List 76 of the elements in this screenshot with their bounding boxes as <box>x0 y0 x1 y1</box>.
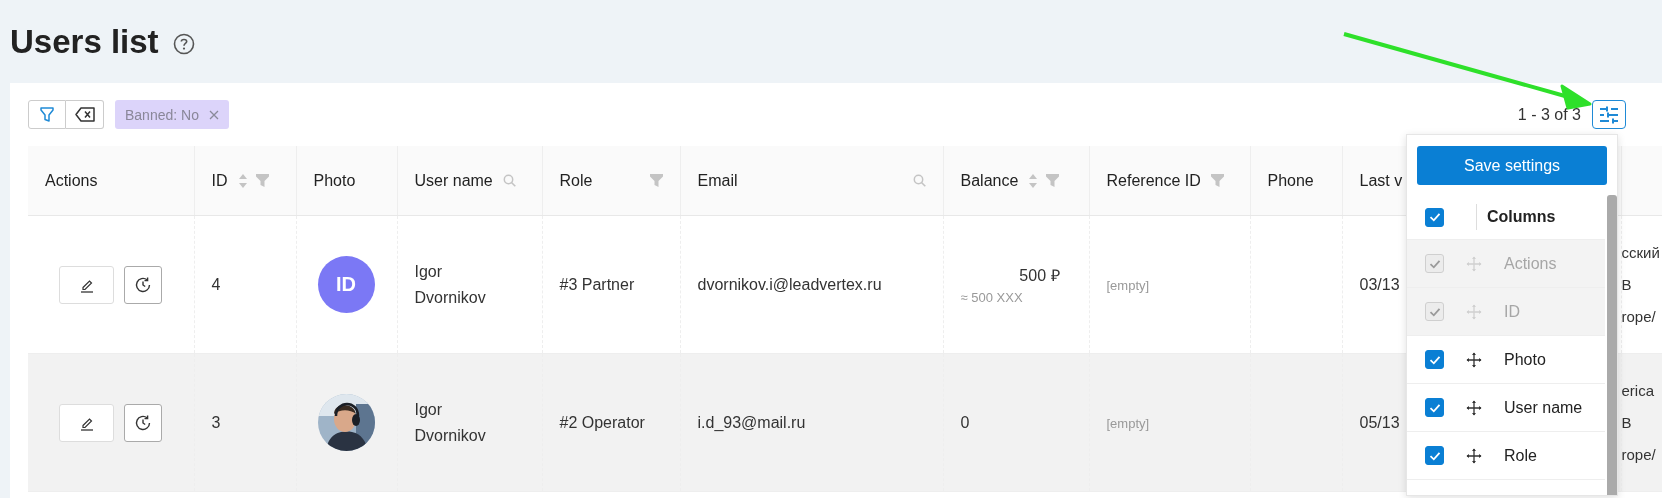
column-header[interactable]: Photo <box>296 146 397 216</box>
clear-filters-button[interactable] <box>66 100 104 129</box>
drag-handle-icon[interactable] <box>1466 399 1482 416</box>
column-option-label: User name <box>1504 398 1583 417</box>
sliders-icon <box>1599 105 1619 124</box>
balance-amount: 0 <box>960 413 970 432</box>
table-cell-text: сский <box>1621 242 1661 263</box>
table-cell: 4 <box>194 215 296 354</box>
table-cell-text: B <box>1621 274 1633 295</box>
table-cell-text: erica <box>1621 380 1655 401</box>
filter-tag-label: Banned: No <box>125 106 199 123</box>
table-cell-text: rope/ <box>1621 444 1657 465</box>
drag-handle-icon[interactable] <box>1466 447 1482 464</box>
balance-note: ≈ 500 XXX <box>960 290 1023 305</box>
table-cell: Igor Dvornikov <box>397 215 542 354</box>
column-header[interactable]: Balance <box>943 146 1089 216</box>
help-icon[interactable] <box>172 32 195 55</box>
search-icon[interactable] <box>502 174 516 187</box>
edit-button[interactable] <box>59 265 115 304</box>
table-cell: #3 Partner <box>542 215 680 354</box>
column-header-label: Phone <box>1267 171 1314 190</box>
empty-value: [empty] <box>1106 415 1150 431</box>
checkbox[interactable] <box>1425 398 1444 417</box>
column-option-label: ID <box>1504 302 1520 321</box>
checkbox[interactable] <box>1425 446 1444 465</box>
filter-icon[interactable] <box>255 174 269 187</box>
history-button[interactable] <box>124 265 163 304</box>
column-header-label: Actions <box>45 171 98 190</box>
scrollbar[interactable] <box>1607 195 1617 495</box>
column-header-label: Balance <box>960 171 1019 190</box>
column-header-label: User name <box>414 171 493 190</box>
column-settings-button[interactable] <box>1592 100 1626 129</box>
backspace-icon <box>74 107 95 122</box>
checkbox[interactable] <box>1425 207 1444 227</box>
history-icon <box>134 413 153 432</box>
column-header[interactable]: Email <box>680 146 943 216</box>
column-header[interactable]: Actions <box>28 146 194 216</box>
save-settings-button[interactable]: Save settings <box>1417 146 1607 185</box>
close-icon[interactable] <box>208 109 219 120</box>
table-cell: 3 <box>194 353 296 492</box>
checkbox[interactable] <box>1425 350 1444 369</box>
sort-icon[interactable] <box>1028 172 1039 189</box>
avatar: ID <box>317 256 375 313</box>
table-cell: #2 Operator <box>542 353 680 492</box>
column-header-label: Last v <box>1359 171 1403 190</box>
column-header[interactable]: Reference ID <box>1089 146 1250 216</box>
column-header-label: Reference ID <box>1106 171 1201 190</box>
column-header[interactable]: User name <box>397 146 542 216</box>
table-cell: i.d_93@mail.ru <box>680 353 943 492</box>
filter-icon[interactable] <box>649 174 663 187</box>
search-icon[interactable] <box>912 174 926 187</box>
edit-button[interactable] <box>59 403 115 442</box>
column-option-label: Actions <box>1504 254 1557 273</box>
table-cell: dvornikov.i@leadvertex.ru <box>680 215 943 354</box>
column-header-label: Role <box>559 171 593 190</box>
table-cell-text: B <box>1621 412 1633 433</box>
filter-icon[interactable] <box>1046 174 1060 187</box>
column-header-label: Email <box>697 171 738 190</box>
history-icon <box>134 275 153 294</box>
column-header-label: ID <box>211 171 228 190</box>
column-option-label: Role <box>1504 446 1537 465</box>
table-cell-text: rope/ <box>1621 306 1657 327</box>
empty-value: [empty] <box>1106 277 1150 293</box>
column-header[interactable]: Role <box>542 146 680 216</box>
drag-handle-icon[interactable] <box>1466 351 1482 368</box>
sort-icon[interactable] <box>237 172 248 189</box>
balance-amount: 500 ₽ <box>1019 266 1060 286</box>
filter-icon[interactable] <box>1210 174 1224 187</box>
filter-icon <box>40 107 54 122</box>
column-header[interactable]: ID <box>194 146 296 216</box>
pagination-info: 1 - 3 of 3 <box>1517 105 1581 124</box>
page-title: Users list <box>10 22 159 61</box>
column-header-label: Photo <box>313 171 356 190</box>
history-button[interactable] <box>124 403 163 442</box>
column-header[interactable]: Phone <box>1250 146 1342 216</box>
table-cell: Igor Dvornikov <box>397 353 542 492</box>
